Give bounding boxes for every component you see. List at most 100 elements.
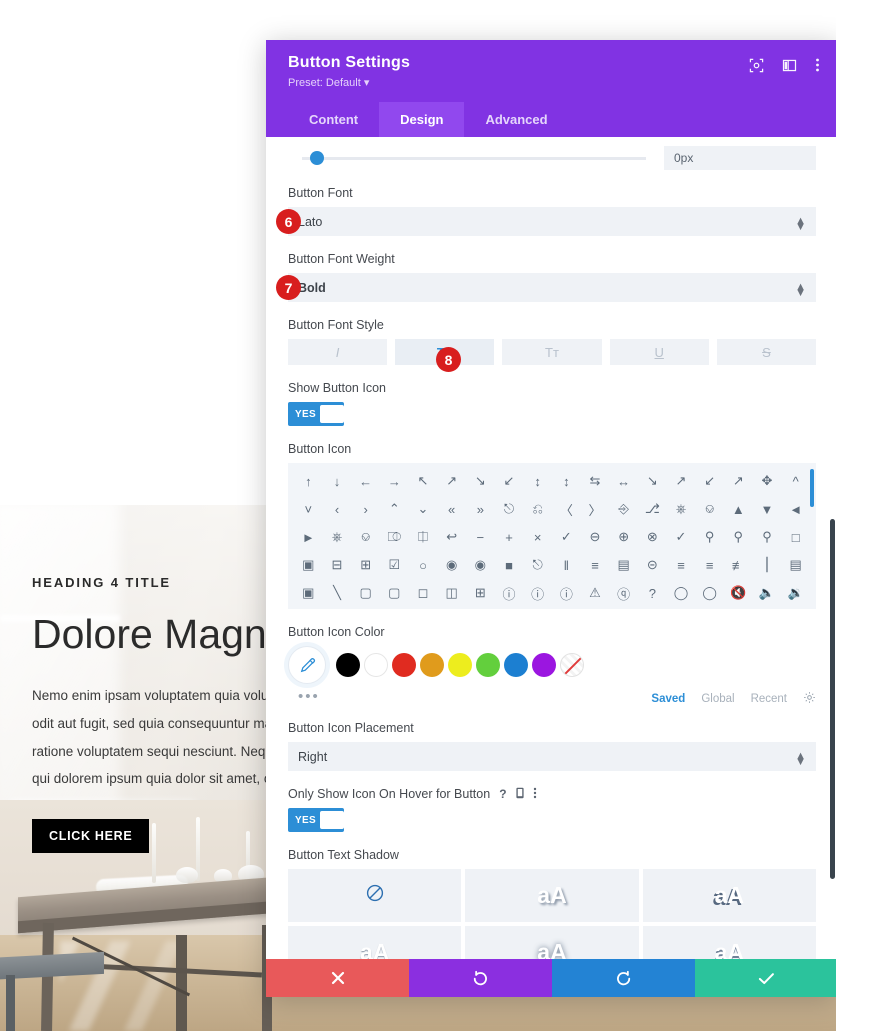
sliders-icon[interactable]: ≢ (724, 555, 753, 575)
background-cta-button[interactable]: CLICK HERE (32, 818, 150, 853)
button-font-weight-select[interactable]: Bold ▲ ▼ (288, 273, 816, 302)
square-icon[interactable]: □ (781, 527, 810, 547)
swatch-white[interactable] (364, 653, 388, 677)
icon-grid-scrollbar[interactable] (810, 469, 814, 507)
chevron-left-icon[interactable]: ‹ (323, 499, 352, 519)
button-icon-picker[interactable]: ↑ ↓ ← → ↖ ↗ ↘ ↙ ↕ ↕ ⇆ ↔ ↘ ↗ ↙ ↗ ✥ ^ ˅ ‹ … (288, 463, 816, 609)
text-shadow-option-5[interactable]: aA (642, 926, 816, 959)
zoom-out-icon[interactable]: ⚲ (695, 527, 724, 547)
modal-scrollbar-thumb[interactable] (830, 519, 835, 879)
collapse-icon[interactable]: ↙ (695, 471, 724, 491)
circle-chevron-up-icon[interactable]: ⎋ (495, 499, 524, 519)
show-button-icon-toggle[interactable]: YES (288, 402, 344, 426)
palette-tab-saved[interactable]: Saved (651, 693, 685, 705)
arrow-up-right-icon[interactable]: ↗ (437, 471, 466, 491)
circle-plus-icon[interactable]: ⊕ (609, 527, 638, 547)
text-shadow-option-4[interactable]: aA (465, 926, 639, 959)
tab-design[interactable]: Design (379, 102, 465, 137)
close-x-icon[interactable]: × (523, 527, 552, 547)
calendar-icon[interactable]: ◫ (437, 583, 466, 603)
swatch-orange[interactable] (420, 653, 444, 677)
cancel-button[interactable] (266, 959, 409, 997)
circle-double-down-icon[interactable]: ⎇ (638, 499, 667, 519)
question-mark-icon[interactable]: ? (638, 583, 667, 603)
save-button[interactable] (695, 959, 838, 997)
volume-low-icon[interactable]: 🔈 (753, 583, 782, 603)
equalizer-icon[interactable]: ⎮ (753, 555, 782, 575)
eyedropper-button[interactable] (288, 646, 326, 684)
circle-icon[interactable]: ○ (409, 555, 438, 575)
pencil-line-icon[interactable]: ╲ (323, 583, 352, 603)
pause-circle-icon[interactable]: ⎋ (523, 555, 552, 575)
document-icon[interactable]: ▤ (781, 555, 810, 575)
chat-reply-icon[interactable]: ◯ (695, 583, 724, 603)
only-show-icon-toggle[interactable]: YES (288, 808, 344, 832)
circle-square-icon[interactable]: ◉ (466, 555, 495, 575)
circle-lines-icon[interactable]: ⊝ (638, 555, 667, 575)
chevron-down-icon[interactable]: ˅ (294, 499, 323, 519)
arrow-up-icon[interactable]: ↑ (294, 471, 323, 491)
radio-selected-icon[interactable]: ◉ (437, 555, 466, 575)
book-icon[interactable]: ▣ (294, 583, 323, 603)
focus-target-icon[interactable] (749, 58, 764, 73)
spacing-slider[interactable] (288, 149, 646, 167)
undo-arrow-icon[interactable]: ↩ (437, 527, 466, 547)
circle-chevron-down-icon[interactable]: ⎌ (523, 499, 552, 519)
font-style-strikethrough-button[interactable]: S (716, 339, 817, 365)
folder-icon[interactable]: ◻ (409, 583, 438, 603)
arrows-vertical-alt-icon[interactable]: ↕ (552, 471, 581, 491)
exclamation-circle-icon[interactable]: ⓘ (523, 583, 552, 603)
arrow-resize-out-icon[interactable]: ↗ (667, 471, 696, 491)
swatch-green[interactable] (476, 653, 500, 677)
palette-tab-recent[interactable]: Recent (751, 693, 787, 705)
chat-bubble-icon[interactable]: ◯ (667, 583, 696, 603)
layout-panel-icon[interactable] (782, 58, 797, 73)
swatch-purple[interactable] (532, 653, 556, 677)
checkbox-checked-icon[interactable]: ☑ (380, 555, 409, 575)
chevron-right-icon[interactable]: › (351, 499, 380, 519)
arrows-vertical-icon[interactable]: ↕ (523, 471, 552, 491)
minus-icon[interactable]: − (466, 527, 495, 547)
info-circle-icon[interactable]: ⓘ (495, 583, 524, 603)
circle-double-left-icon[interactable]: ⎈ (667, 499, 696, 519)
square-minus-icon[interactable]: ⊟ (323, 555, 352, 575)
pause-icon[interactable]: ‖ (552, 555, 581, 575)
palette-tab-global[interactable]: Global (701, 693, 734, 705)
expand-icon[interactable]: ↗ (724, 471, 753, 491)
triangle-down-icon[interactable]: ▼ (753, 499, 782, 519)
circle-x-icon[interactable]: ⊗ (638, 527, 667, 547)
text-shadow-none-option[interactable] (288, 869, 462, 922)
button-font-select[interactable]: Lato ▲ ▼ (288, 207, 816, 236)
square-filled-icon[interactable]: ▣ (294, 555, 323, 575)
text-shadow-option-2[interactable]: aA (642, 869, 816, 922)
slider-value-input[interactable]: 0px (664, 146, 816, 170)
check-icon[interactable]: ✓ (552, 527, 581, 547)
volume-high-icon[interactable]: 🔉 (781, 583, 810, 603)
triangle-right-icon[interactable]: ► (294, 527, 323, 547)
preset-selector[interactable]: Preset: Default ▾ (288, 76, 410, 89)
swatch-red[interactable] (392, 653, 416, 677)
arrow-resize-in-icon[interactable]: ↘ (638, 471, 667, 491)
circle-chevron-right-icon[interactable]: 〉 (581, 499, 610, 519)
alert-circle-icon[interactable]: ⓘ (552, 583, 581, 603)
plus-icon[interactable]: + (495, 527, 524, 547)
swatch-yellow[interactable] (448, 653, 472, 677)
swatch-transparent[interactable] (560, 653, 584, 677)
list-alt-icon[interactable]: ≡ (695, 555, 724, 575)
arrow-down-icon[interactable]: ↓ (323, 471, 352, 491)
circle-chevron-left-icon[interactable]: 〈 (552, 499, 581, 519)
square-plus-icon[interactable]: ⊞ (351, 555, 380, 575)
arrow-right-icon[interactable]: → (380, 471, 409, 491)
font-style-smallcaps-button[interactable]: Tт (502, 339, 602, 365)
edit-square-icon[interactable]: ▢ (351, 583, 380, 603)
gear-icon[interactable] (803, 691, 816, 707)
small-square-icon[interactable]: ■ (495, 555, 524, 575)
triangle-left-icon[interactable]: ◄ (781, 499, 810, 519)
circle-triangle-up-icon[interactable]: ⎈ (323, 527, 352, 547)
arrows-swap-icon[interactable]: ⇆ (581, 471, 610, 491)
tab-advanced[interactable]: Advanced (464, 102, 568, 137)
circle-double-up-icon[interactable]: ⎆ (609, 499, 638, 519)
text-shadow-option-1[interactable]: aA (465, 869, 639, 922)
slider-knob[interactable] (310, 151, 324, 165)
font-style-italic-button[interactable]: I (288, 339, 388, 365)
